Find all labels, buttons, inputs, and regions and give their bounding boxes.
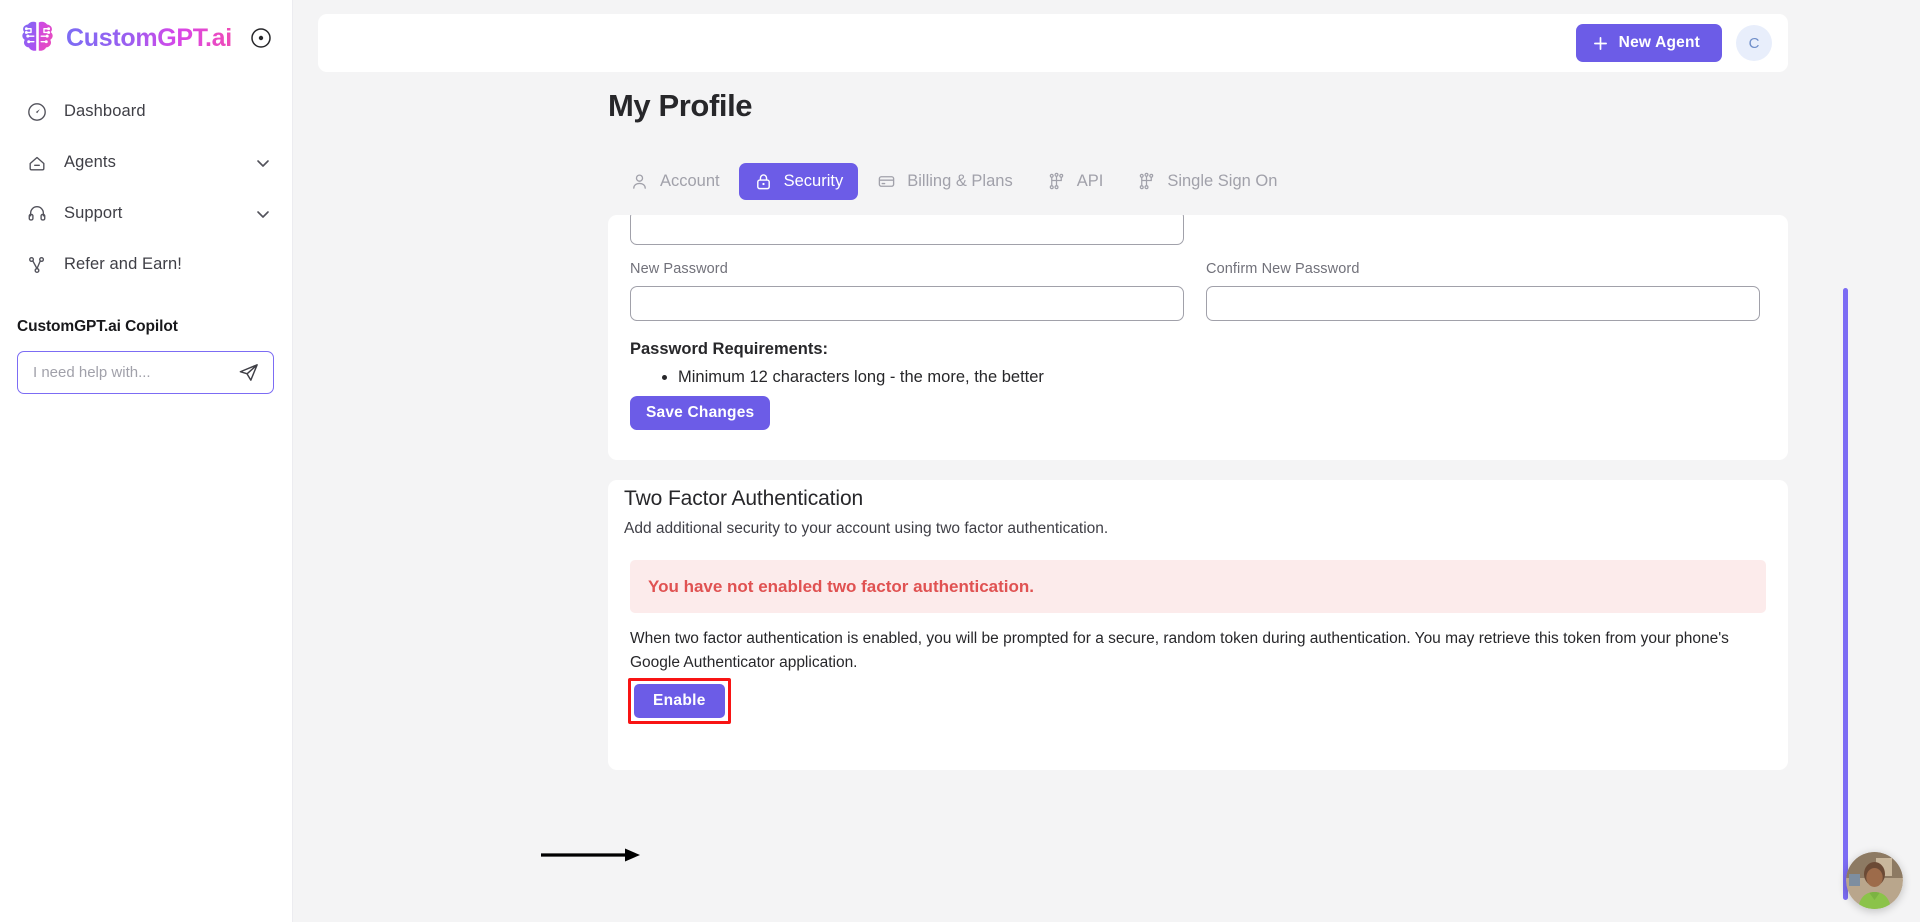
copilot-input-box[interactable] [17, 351, 274, 394]
two-factor-title: Two Factor Authentication [624, 487, 864, 510]
alert-message: You have not enabled two factor authenti… [648, 576, 1034, 596]
headset-icon [28, 205, 46, 221]
password-card: New Password Confirm New Password Passwo… [608, 215, 1788, 460]
nodes-icon [1049, 172, 1064, 190]
tab-label: Security [783, 172, 844, 190]
sidebar-item-label: Support [64, 204, 123, 222]
lock-icon [756, 174, 770, 190]
two-factor-auth-card: Two Factor Authentication Add additional… [608, 480, 1788, 770]
two-factor-subtitle: Add additional security to your account … [624, 520, 1109, 537]
copilot-title: CustomGPT.ai Copilot [17, 318, 178, 335]
save-changes-button[interactable]: Save Changes [630, 396, 771, 430]
plus-icon [1593, 36, 1607, 50]
paper-plane-icon[interactable] [237, 361, 260, 384]
support-agent-avatar [1846, 852, 1903, 909]
main-content: New Agent C My Profile Account Security [293, 0, 1920, 922]
confirm-password-label: Confirm New Password [1206, 261, 1360, 277]
list-item: Minimum 12 characters long - the more, t… [678, 368, 1044, 387]
tab-account[interactable]: Account [615, 163, 735, 200]
user-icon [633, 174, 646, 189]
password-fields-row: New Password Confirm New Password [630, 261, 1766, 321]
brand-name: CustomGPT.ai [66, 23, 232, 52]
collapse-circle-icon[interactable] [250, 27, 272, 49]
tab-billing-and-plans[interactable]: Billing & Plans [862, 163, 1027, 200]
home-agent-icon [29, 156, 45, 170]
tab-label: Single Sign On [1167, 172, 1278, 190]
sidebar-item-agents[interactable]: Agents [0, 137, 292, 188]
tab-label: Billing & Plans [907, 172, 1013, 190]
new-agent-button[interactable]: New Agent [1575, 24, 1722, 62]
new-password-label: New Password [630, 261, 728, 277]
page-title: My Profile [608, 88, 753, 123]
tab-label: Account [660, 172, 720, 190]
profile-tabs: Account Security Billing & Plans API Sin… [615, 163, 1292, 200]
confirm-password-group: Confirm New Password [1206, 261, 1760, 321]
enable-button-highlight: Enable [628, 678, 731, 724]
sidebar-nav: Dashboard Agents Support Refer and Earn! [0, 76, 292, 290]
vertical-scrollbar[interactable] [1843, 288, 1848, 900]
brain-logo-icon [22, 21, 53, 51]
arrow-right-annotation [541, 848, 640, 862]
new-password-input[interactable] [630, 286, 1184, 321]
credit-card-icon [878, 176, 895, 187]
current-password-input[interactable] [630, 215, 1184, 245]
new-password-group: New Password [630, 261, 1184, 321]
tab-single-sign-on[interactable]: Single Sign On [1122, 163, 1292, 200]
sidebar-item-label: Dashboard [64, 102, 146, 120]
new-agent-label: New Agent [1618, 34, 1700, 51]
nodes-icon [1140, 172, 1154, 190]
top-bar: New Agent C [318, 14, 1788, 72]
tab-security[interactable]: Security [738, 163, 859, 200]
app-root: CustomGPT.ai Dashboard Agents Support Re… [0, 0, 1920, 922]
support-chat-widget[interactable] [1846, 852, 1903, 909]
confirm-password-input[interactable] [1206, 286, 1760, 321]
password-requirements-title: Password Requirements: [630, 340, 829, 358]
two-factor-description: When two factor authentication is enable… [630, 630, 1729, 672]
two-factor-alert: You have not enabled two factor authenti… [630, 560, 1766, 613]
user-avatar[interactable]: C [1736, 25, 1772, 61]
gauge-icon [28, 102, 46, 121]
sidebar: CustomGPT.ai Dashboard Agents Support Re… [0, 0, 293, 922]
copilot-input[interactable] [33, 364, 237, 381]
sidebar-item-label: Refer and Earn! [64, 255, 182, 273]
share-nodes-icon [29, 256, 45, 273]
sidebar-item-label: Agents [64, 153, 116, 171]
chevron-down-icon [257, 159, 269, 167]
sidebar-item-support[interactable]: Support [0, 188, 292, 239]
current-password-field-wrap [630, 215, 1184, 245]
sidebar-item-refer-and-earn[interactable]: Refer and Earn! [0, 239, 292, 290]
sidebar-brand[interactable]: CustomGPT.ai [0, 0, 292, 76]
sidebar-item-dashboard[interactable]: Dashboard [0, 86, 292, 137]
password-requirements-list: Minimum 12 characters long - the more, t… [660, 368, 1044, 387]
chevron-down-icon [257, 210, 269, 218]
tab-label: API [1076, 172, 1104, 190]
tab-api[interactable]: API [1032, 163, 1119, 200]
enable-button[interactable]: Enable [634, 684, 725, 718]
